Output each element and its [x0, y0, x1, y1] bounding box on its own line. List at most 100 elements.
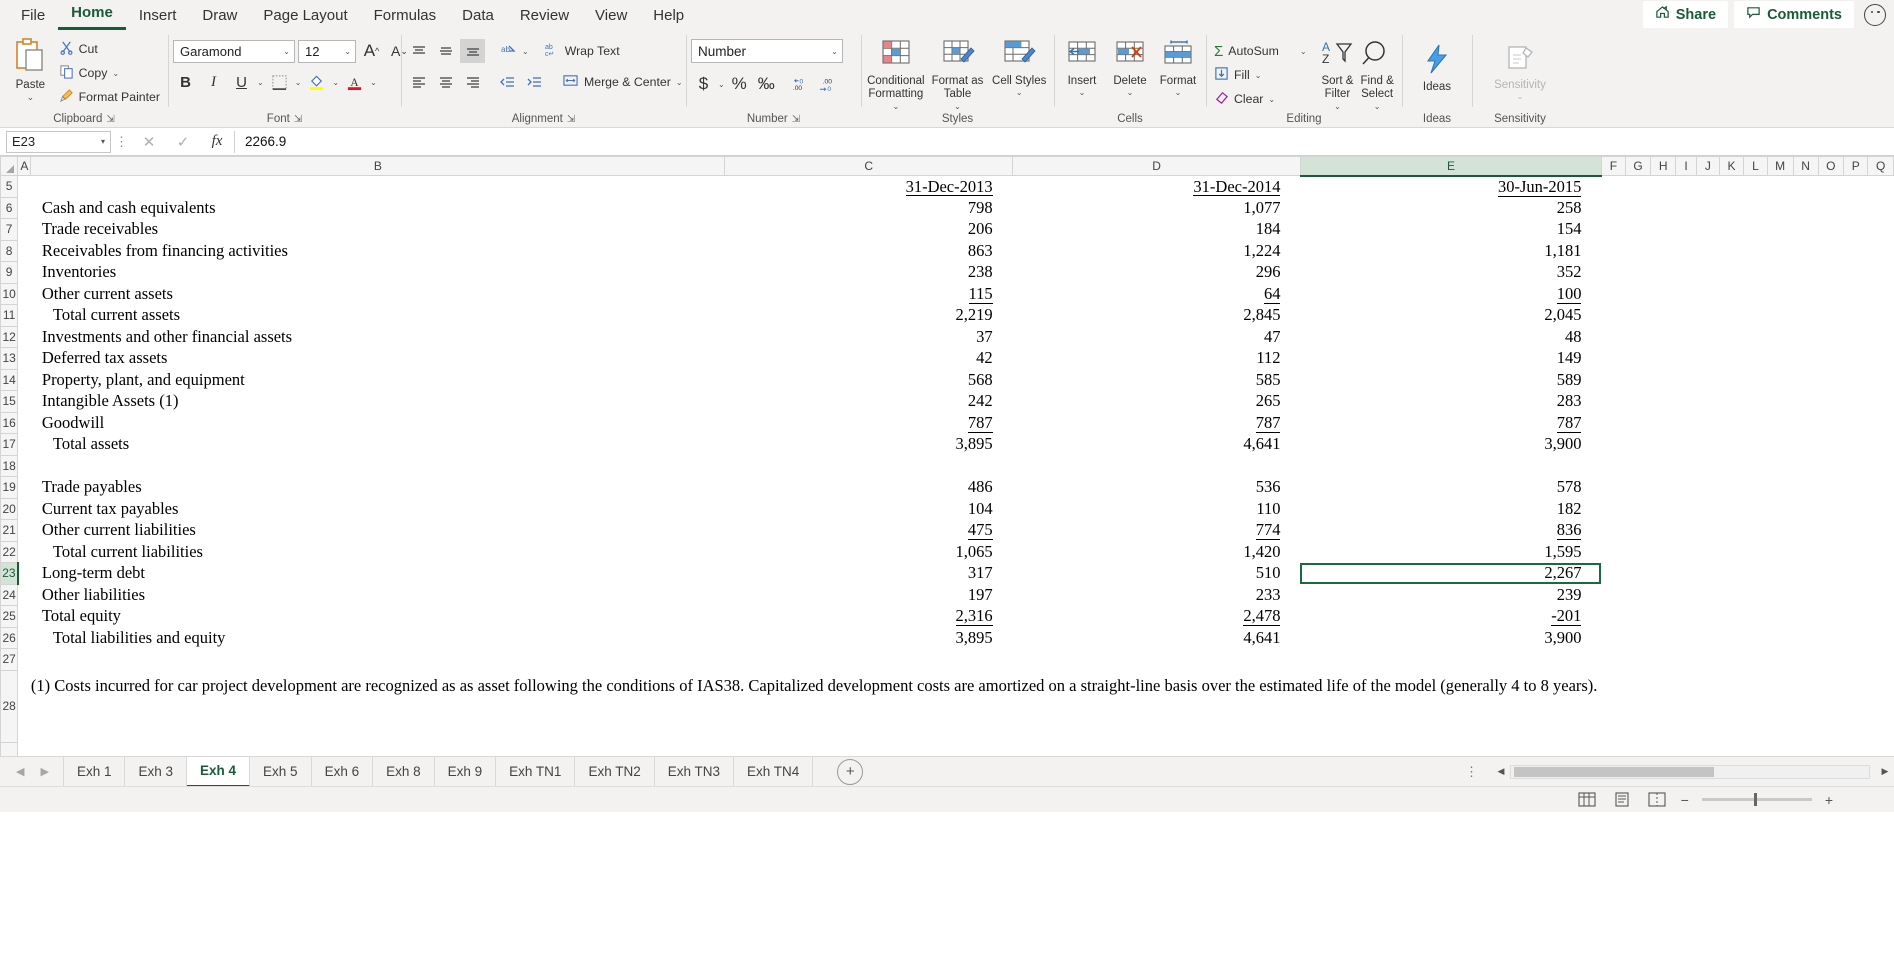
cell-empty[interactable] — [1818, 742, 1844, 756]
cell-empty[interactable] — [1843, 627, 1868, 649]
ribbon-tab-file[interactable]: File — [8, 3, 58, 30]
cell-empty[interactable] — [1675, 605, 1697, 627]
row-header-24[interactable]: 24 — [0, 583, 19, 606]
cell-E6[interactable]: 258 — [1300, 197, 1602, 219]
cell-empty[interactable] — [1767, 562, 1794, 584]
cell-D26[interactable]: 4,641 — [1012, 627, 1301, 649]
format-cells-button[interactable]: Format ⌄ — [1155, 37, 1201, 98]
cell-empty[interactable] — [1743, 498, 1768, 520]
row-header-17[interactable]: 17 — [0, 433, 19, 456]
cell-empty[interactable] — [1625, 261, 1651, 283]
cell-empty[interactable] — [1867, 326, 1894, 348]
row-header-20[interactable]: 20 — [0, 497, 19, 520]
cell-empty[interactable] — [1650, 175, 1676, 197]
cell-empty[interactable] — [1650, 240, 1676, 262]
cell-empty[interactable] — [1793, 433, 1819, 455]
cell-empty[interactable] — [1767, 670, 1794, 742]
cell-empty[interactable] — [1767, 433, 1794, 455]
horizontal-scrollbar[interactable] — [1510, 764, 1870, 779]
align-left-button[interactable] — [406, 70, 431, 94]
cell-C27[interactable] — [724, 648, 1013, 670]
cell-empty[interactable] — [1767, 742, 1794, 756]
sensitivity-button[interactable]: Sensitivity ⌄ — [1486, 41, 1554, 102]
cell-empty[interactable] — [1793, 476, 1819, 498]
cell-empty[interactable] — [1696, 347, 1720, 369]
cell-empty[interactable] — [1843, 562, 1868, 584]
cell-empty[interactable] — [1767, 519, 1794, 541]
orientation-button[interactable]: ab — [495, 39, 520, 63]
decrease-indent-button[interactable] — [495, 70, 520, 94]
scroll-left-icon[interactable]: ◀ — [1492, 766, 1510, 777]
cell-empty[interactable] — [1818, 498, 1844, 520]
cell-empty[interactable] — [1696, 476, 1720, 498]
sheet-tab-exh-1[interactable]: Exh 1 — [62, 756, 126, 787]
cell-empty[interactable] — [1793, 455, 1819, 477]
cell-empty[interactable] — [1650, 519, 1676, 541]
cut-button[interactable]: Cut — [56, 37, 163, 61]
cell-C5[interactable]: 31-Dec-2013 — [724, 175, 1013, 197]
cell-empty[interactable] — [1818, 455, 1844, 477]
cell-empty[interactable] — [1867, 648, 1894, 670]
cell-empty[interactable] — [1867, 261, 1894, 283]
cell-empty[interactable] — [1743, 347, 1768, 369]
cell-empty[interactable] — [1696, 742, 1720, 756]
cell-empty[interactable] — [1625, 476, 1651, 498]
cell-empty[interactable] — [1719, 283, 1744, 305]
cell-empty[interactable] — [1743, 326, 1768, 348]
increase-decimal-button[interactable]: 0.00 — [787, 72, 812, 96]
cell-empty[interactable] — [1793, 519, 1819, 541]
cell-empty[interactable] — [1767, 347, 1794, 369]
cell-empty[interactable] — [1601, 742, 1626, 756]
cell-empty[interactable] — [1743, 455, 1768, 477]
align-center-button[interactable] — [433, 70, 458, 94]
cell-empty[interactable] — [1719, 562, 1744, 584]
cell-empty[interactable] — [1625, 605, 1651, 627]
zoom-slider[interactable] — [1701, 793, 1812, 806]
cell-empty[interactable] — [1767, 412, 1794, 434]
cell-empty[interactable] — [1625, 670, 1651, 742]
cell-empty[interactable] — [1650, 627, 1676, 649]
find-select-button[interactable]: Find & Select ⌄ — [1357, 37, 1397, 111]
cell-empty[interactable] — [1696, 627, 1720, 649]
cell-empty[interactable] — [1843, 498, 1868, 520]
sheet-tab-exh-tn4[interactable]: Exh TN4 — [734, 756, 814, 787]
cell-empty[interactable] — [1867, 498, 1894, 520]
row-header-8[interactable]: 8 — [0, 239, 19, 262]
cell-empty[interactable] — [1767, 498, 1794, 520]
align-middle-button[interactable] — [433, 39, 458, 63]
column-header-q[interactable]: Q — [1867, 156, 1894, 176]
row-header-28[interactable]: 28 — [0, 669, 19, 743]
cell-empty[interactable] — [1650, 326, 1676, 348]
cell-empty[interactable] — [1743, 670, 1768, 742]
cell-empty[interactable] — [1696, 390, 1720, 412]
sheet-tab-exh-6[interactable]: Exh 6 — [312, 756, 374, 787]
cell-empty[interactable] — [1601, 562, 1626, 584]
cell-empty[interactable] — [1843, 605, 1868, 627]
sheet-tab-exh-tn3[interactable]: Exh TN3 — [655, 756, 734, 787]
column-header-m[interactable]: M — [1766, 156, 1794, 176]
formula-input[interactable]: 2266.9 — [234, 130, 1894, 153]
cell-B8[interactable]: Receivables from financing activities — [30, 240, 725, 262]
cell-styles-button[interactable]: Cell Styles ⌄ — [989, 37, 1049, 98]
cell-empty[interactable] — [1867, 283, 1894, 305]
horizontal-scroll-thumb[interactable] — [1514, 766, 1714, 777]
row-header-23[interactable]: 23 — [0, 562, 19, 585]
column-header-e[interactable]: E — [1299, 156, 1602, 177]
column-header-f[interactable]: F — [1600, 156, 1626, 176]
chevron-down-icon[interactable]: ⌄ — [718, 80, 725, 89]
cell-empty[interactable] — [1675, 670, 1697, 742]
row-header-15[interactable]: 15 — [0, 390, 19, 413]
cell-empty[interactable] — [1867, 670, 1894, 742]
clear-button[interactable]: Clear ⌄ — [1211, 87, 1310, 111]
cell-C13[interactable]: 42 — [724, 347, 1013, 369]
cell-empty[interactable] — [1675, 742, 1697, 756]
chevron-down-icon[interactable]: ⌄ — [954, 102, 961, 111]
cell-empty[interactable] — [1675, 218, 1697, 240]
delete-cells-button[interactable]: Delete ⌄ — [1107, 37, 1153, 98]
cell-A5[interactable] — [17, 175, 31, 197]
cell-empty[interactable] — [17, 742, 31, 756]
cell-B16[interactable]: Goodwill — [30, 412, 725, 434]
row-header-16[interactable]: 16 — [0, 411, 19, 434]
cell-D21[interactable]: 774 — [1012, 519, 1301, 541]
cell-empty[interactable] — [1625, 240, 1651, 262]
